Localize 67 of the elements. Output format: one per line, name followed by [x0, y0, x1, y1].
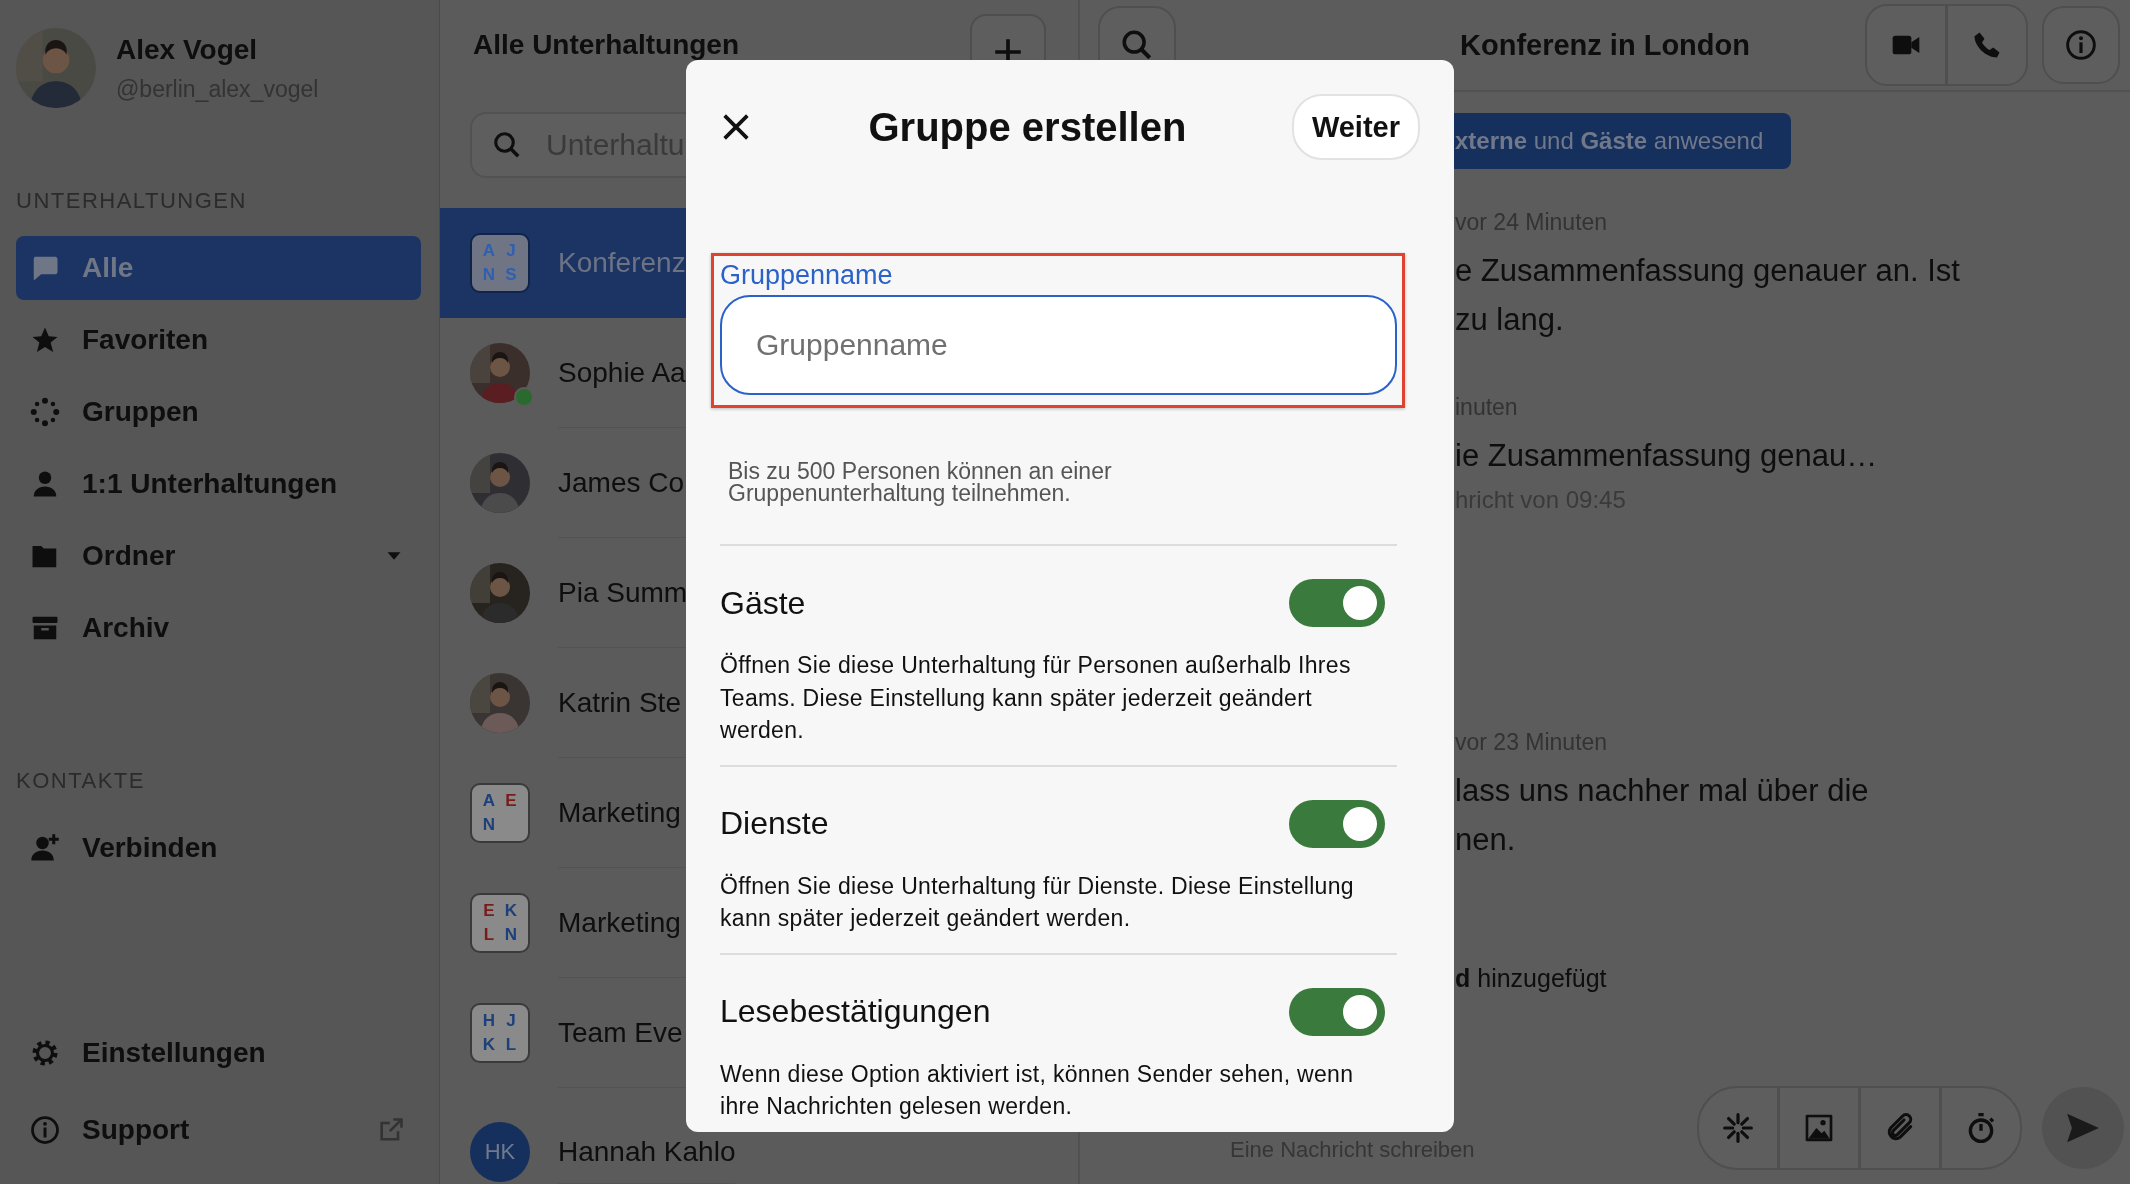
hint-text: Bis zu 500 Personen können an einer Gruppenunterhaltung teilnehmen.	[728, 460, 1113, 504]
toggle-switch[interactable]	[1289, 987, 1385, 1036]
sidebar-item[interactable]: Gruppen	[16, 380, 421, 444]
avatar-initial: N	[482, 265, 496, 285]
conversation-item[interactable]: H J K L Team Eve	[440, 978, 686, 1088]
list-title: Alle Unterhaltungen	[473, 29, 740, 61]
avatar-initial: J	[506, 1011, 516, 1031]
toggle-switch[interactable]	[1289, 579, 1385, 627]
info-icon	[2065, 29, 2097, 61]
sparkle-icon	[1722, 1112, 1754, 1144]
message-text: ie Zusammenfassung genau…	[1455, 437, 1879, 475]
setting-description: Öffnen Sie diese Unterhaltung für Personen außerhalb Ihres Teams. Diese Einstellung kann später jederzeit geändert werden.	[720, 651, 1352, 745]
info-button[interactable]	[2042, 6, 2120, 84]
avatar-initial: K	[504, 901, 518, 921]
sidebar-item[interactable]: Favoriten	[16, 308, 421, 372]
dialog-title: Gruppe erstellen	[867, 104, 1188, 150]
avatar-initial: E	[505, 791, 517, 811]
sidebar-item[interactable]: Archiv	[16, 596, 421, 660]
message-text: lass uns nachher mal über die	[1455, 772, 1870, 810]
setting-title: Gäste	[720, 584, 806, 622]
conversation-item[interactable]: E K L N Marketing	[440, 868, 686, 978]
sidebar-item[interactable]: Support	[16, 1098, 421, 1162]
field-label: Gruppenname	[720, 260, 894, 291]
phone-icon	[1972, 30, 2002, 60]
message-text: zu lang.	[1455, 301, 1565, 339]
avatar-initial: E	[483, 901, 495, 921]
avatar-initial: A	[482, 241, 496, 261]
dots-ring-icon	[30, 397, 60, 427]
info-icon	[30, 1115, 60, 1145]
conversation-item[interactable]: Sophie Aa	[440, 318, 686, 428]
avatar-initial: H	[482, 1011, 496, 1031]
setting-description: Öffnen Sie diese Unterhaltung für Dienste. Diese Einstellung kann später jederzeit geändert werden.	[720, 871, 1355, 933]
image-icon	[1803, 1112, 1835, 1144]
search-icon	[1120, 28, 1154, 62]
sidebar-item[interactable]: Verbinden	[16, 816, 421, 880]
settings-icon	[30, 1038, 60, 1068]
conversation-item[interactable]: A J N S Konferenz	[440, 208, 686, 318]
add-person-icon	[30, 833, 60, 863]
conversation-item[interactable]: James Co	[440, 428, 686, 538]
search-icon	[492, 130, 522, 160]
chat-title: Konferenz in London	[1459, 28, 1751, 62]
setting-description: Wenn diese Option aktiviert ist, können Sender sehen, wenn ihre Nachrichten gelesen werden.	[720, 1059, 1355, 1121]
sidebar-item[interactable]: Alle	[16, 236, 421, 300]
message-text: e Zusammenfassung genauer an. Ist	[1455, 252, 1961, 290]
avatar-initial: N	[504, 925, 518, 945]
avatar-initial: A	[482, 791, 496, 811]
sidebar-item[interactable]: Ordner	[16, 524, 421, 588]
next-button[interactable]: Weiter	[1291, 94, 1420, 160]
external-link-icon	[377, 1116, 405, 1144]
user-name: Alex Vogel	[116, 33, 259, 66]
setting-title: Lesebestätigungen	[720, 993, 991, 1030]
setting-title: Dienste	[720, 805, 829, 842]
avatar-initial: L	[483, 925, 495, 945]
avatar-initial: K	[482, 1035, 496, 1055]
group-name-field[interactable]: Gruppenname	[720, 295, 1397, 395]
sidebar-item[interactable]: Einstellungen	[16, 1021, 421, 1085]
avatar-initial: L	[505, 1035, 517, 1055]
avatar-initial: J	[506, 241, 516, 261]
conversation-item[interactable]: A E N Marketing	[440, 758, 686, 868]
message-text: nen.	[1455, 821, 1517, 859]
toggle-switch[interactable]	[1289, 799, 1385, 848]
conversation-item[interactable]: Katrin Ste	[440, 648, 686, 758]
avatar-initial: N	[482, 815, 496, 835]
avatar-initial: S	[505, 265, 517, 285]
conversation-item[interactable]: Pia Summ	[440, 538, 688, 648]
system-message: d hinzugefügt	[1455, 964, 1608, 993]
sidebar-item[interactable]: 1:1 Unterhaltungen	[16, 452, 421, 516]
